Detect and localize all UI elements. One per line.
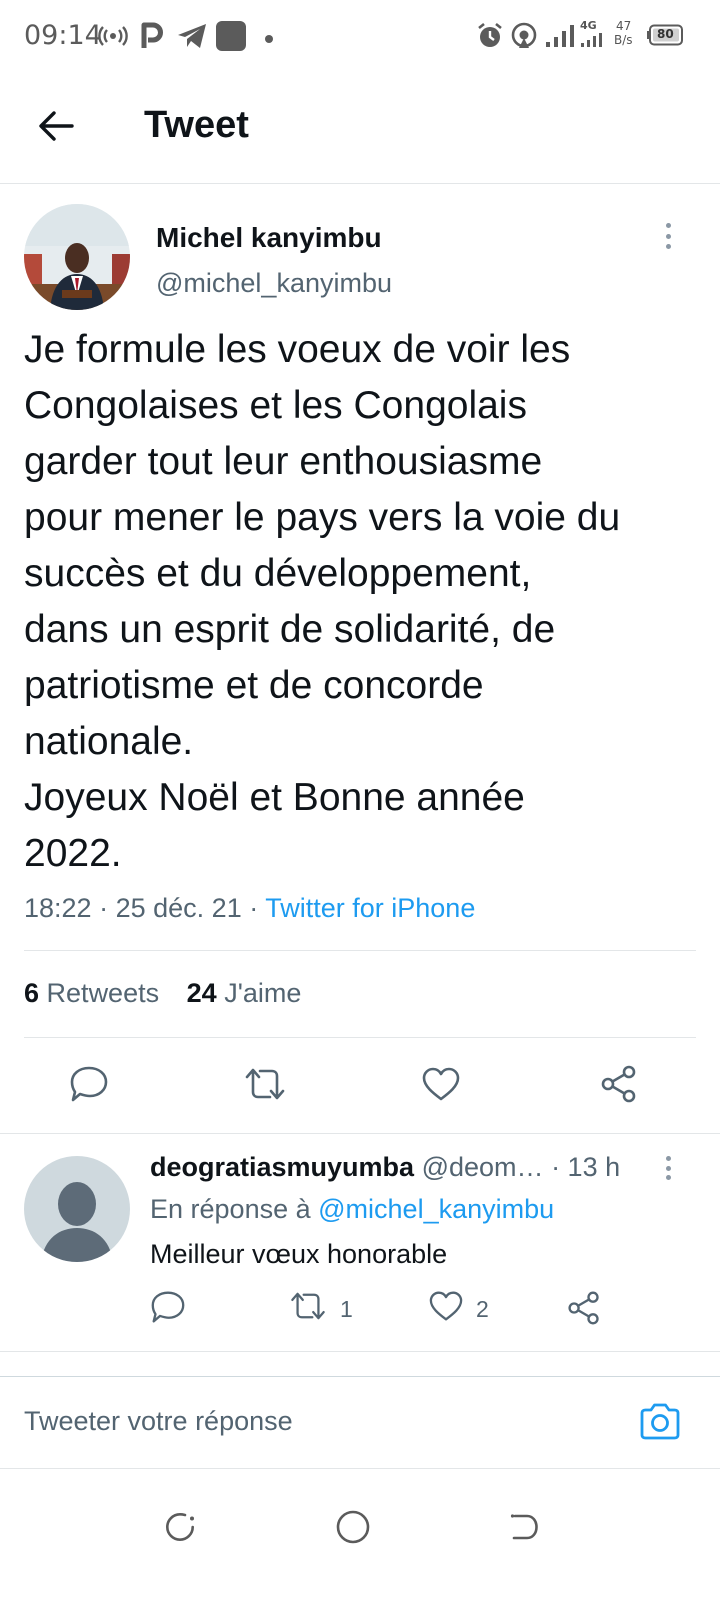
page-title: Tweet <box>144 104 249 146</box>
reply-bubble-icon <box>150 1290 186 1330</box>
likes-stat[interactable]: 24 J'aime <box>187 978 302 1008</box>
arrow-left-icon <box>38 110 74 147</box>
retweet-icon <box>288 1290 328 1328</box>
home-circle-icon <box>335 1509 371 1550</box>
back-button[interactable] <box>30 102 82 154</box>
reply-composer <box>0 1376 720 1468</box>
reply-input[interactable] <box>24 1399 614 1443</box>
reply-author-handle[interactable]: @deom… <box>422 1152 544 1182</box>
status-time: 09:14 <box>24 20 102 51</box>
kebab-dot <box>665 244 671 249</box>
reply-like-count: 2 <box>476 1295 489 1322</box>
camera-icon <box>638 1401 682 1446</box>
alarm-icon <box>476 22 504 55</box>
hotspot-icon <box>98 25 128 52</box>
retweet-button[interactable] <box>240 1062 290 1110</box>
recent-apps-icon <box>163 1510 197 1549</box>
recent-apps-button[interactable] <box>150 1499 210 1559</box>
reply-author-name[interactable]: deogratiasmuyumba <box>150 1152 414 1182</box>
kebab-dot <box>665 1165 671 1171</box>
retweet-icon <box>242 1066 288 1107</box>
author-name[interactable]: Michel kanyimbu <box>156 222 382 254</box>
reply-header: deogratiasmuyumba @deom… · 13 h <box>150 1152 650 1183</box>
reply-reply-button[interactable] <box>150 1290 186 1330</box>
reply-context-mention[interactable]: @michel_kanyimbu <box>318 1194 554 1224</box>
kebab-dot <box>665 233 671 239</box>
heart-icon <box>428 1290 464 1328</box>
meta-separator: · <box>99 893 109 923</box>
author-handle[interactable]: @michel_kanyimbu <box>156 268 392 299</box>
meta-separator: · <box>249 893 259 923</box>
retweet-count: 6 <box>24 978 40 1008</box>
signal-strength-icon-2 <box>580 32 606 53</box>
network-speed-unit: B/s <box>614 33 633 47</box>
share-button[interactable] <box>594 1062 644 1110</box>
reply-author-avatar[interactable] <box>24 1156 130 1262</box>
tweet-time: 18:22 <box>24 893 92 923</box>
divider <box>0 1133 720 1134</box>
kebab-dot <box>665 1156 671 1161</box>
reply-more-options-button[interactable] <box>656 1156 680 1180</box>
like-button[interactable] <box>416 1062 466 1110</box>
tweet-metadata: 18:22 · 25 déc. 21 · Twitter for iPhone <box>24 893 475 924</box>
author-avatar[interactable] <box>24 204 130 310</box>
status-bar: 09:14 4G 47 B/s 80 <box>0 0 720 72</box>
reply-time: · 13 h <box>551 1152 621 1182</box>
telegram-icon <box>176 22 208 55</box>
network-type-label: 4G <box>580 19 597 32</box>
tweet-date: 25 déc. 21 <box>115 893 242 923</box>
like-count: 24 <box>186 978 217 1008</box>
network-speed-value: 47 <box>616 19 632 33</box>
tweet-more-options-button[interactable] <box>656 223 680 249</box>
reply-context: En réponse à @michel_kanyimbu <box>150 1194 554 1225</box>
home-button[interactable] <box>323 1499 383 1559</box>
retweets-stat[interactable]: 6 Retweets <box>24 978 159 1008</box>
top-app-bar: Tweet <box>0 72 720 184</box>
reply-retweet-button[interactable]: 1 <box>288 1290 353 1328</box>
app-square-icon <box>215 20 247 57</box>
back-nav-button[interactable] <box>494 1499 554 1559</box>
camera-button[interactable] <box>636 1399 684 1447</box>
reply-like-button[interactable]: 2 <box>428 1290 489 1328</box>
retweet-label: Retweets <box>46 978 160 1008</box>
parking-app-icon <box>141 22 163 55</box>
tweet-source-link[interactable]: Twitter for iPhone <box>265 893 475 923</box>
battery-level: 80 <box>657 27 674 41</box>
reply-context-prefix: En réponse à <box>150 1194 311 1224</box>
tweet-text: Je formule les voeux de voir les Congola… <box>24 328 621 875</box>
heart-icon <box>421 1066 461 1107</box>
kebab-dot <box>665 1175 671 1180</box>
signal-strength-icon-1 <box>545 22 577 53</box>
reply-bubble-icon <box>69 1065 109 1108</box>
divider <box>24 1037 696 1038</box>
divider <box>0 1351 720 1352</box>
reply-text: Meilleur vœux honorable <box>150 1239 448 1269</box>
divider <box>24 950 696 951</box>
kebab-dot <box>665 223 671 228</box>
reply-button[interactable] <box>64 1062 114 1110</box>
more-notifications-dot-icon <box>264 31 274 49</box>
share-icon <box>599 1064 639 1109</box>
like-label: J'aime <box>224 978 302 1008</box>
hotspot-active-icon <box>510 22 538 55</box>
reply-retweet-count: 1 <box>340 1295 353 1322</box>
reply-share-button[interactable] <box>566 1290 602 1332</box>
tweet-stats: 6 Retweets 24 J'aime <box>24 978 301 1009</box>
system-navigation-bar <box>0 1468 720 1600</box>
share-icon <box>566 1290 602 1332</box>
back-nav-icon <box>507 1510 541 1549</box>
